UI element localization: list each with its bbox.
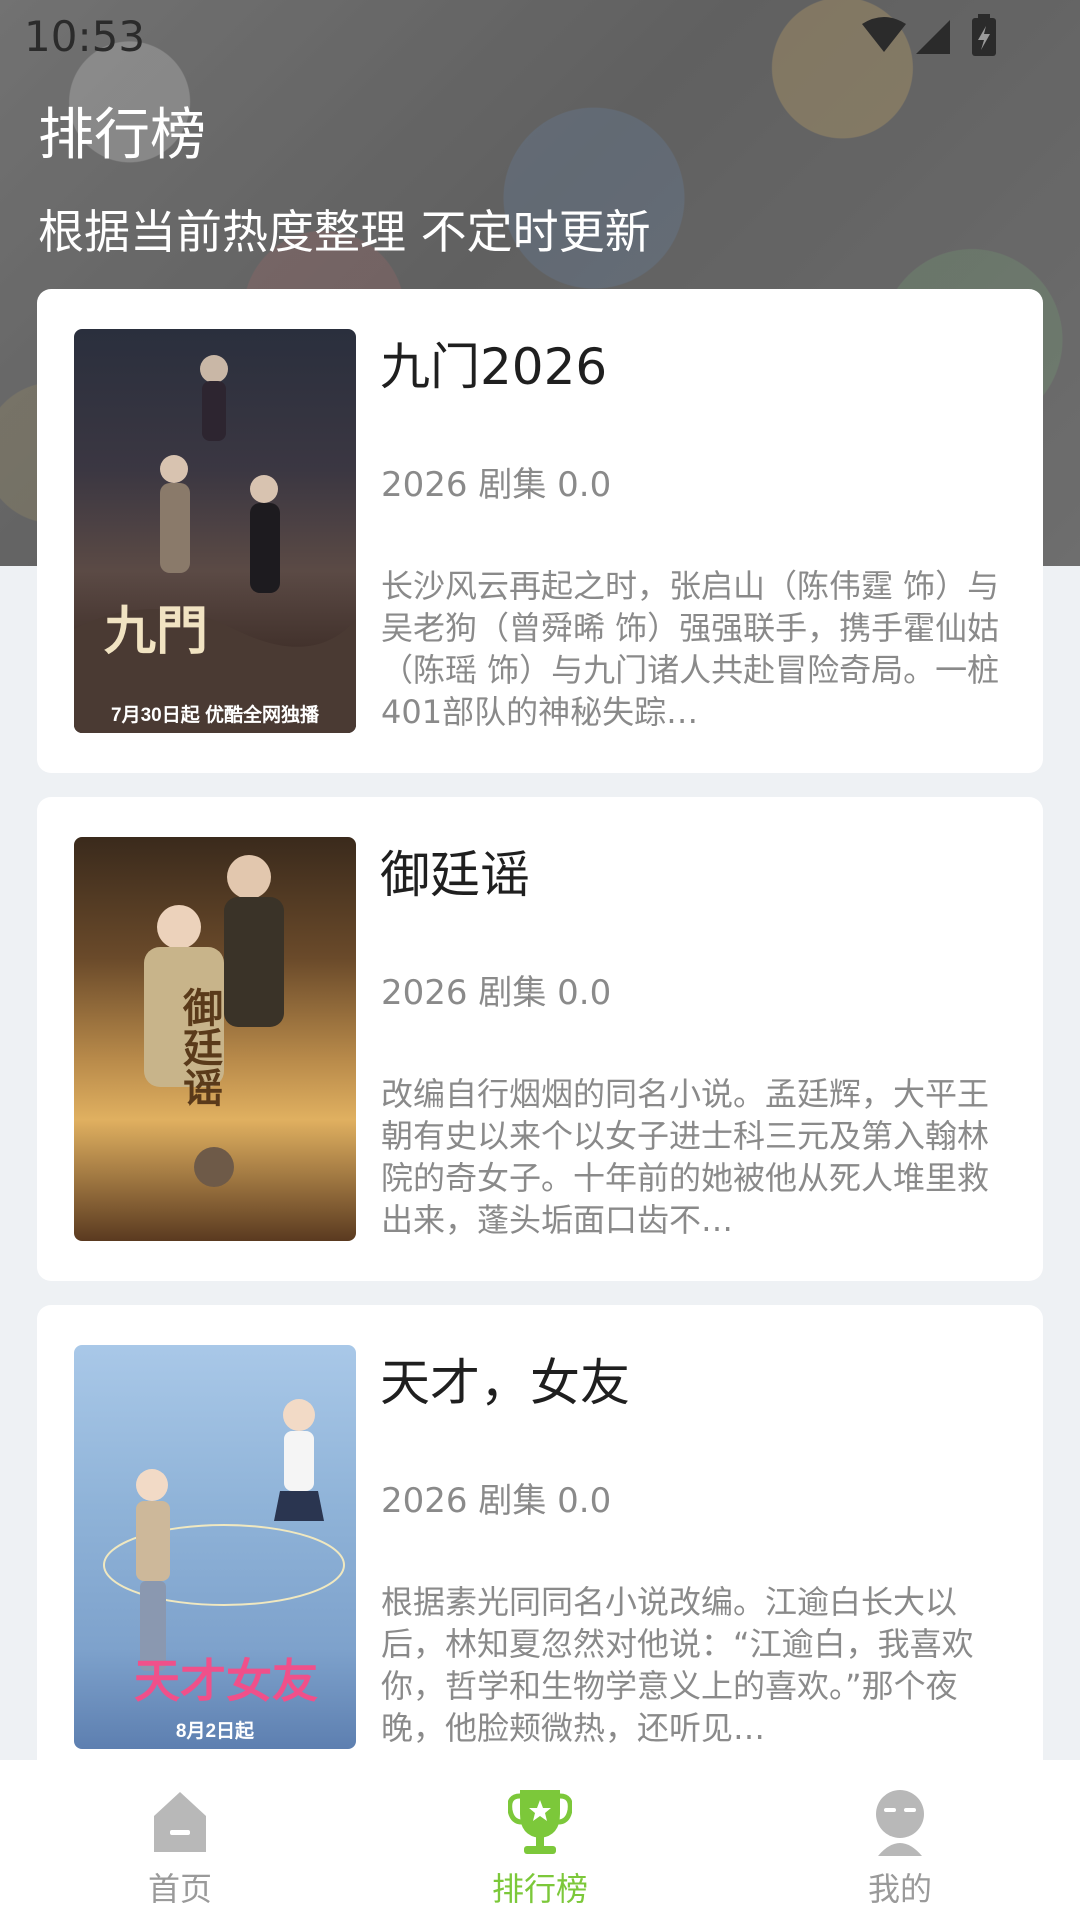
battery-icon — [972, 14, 996, 56]
nav-profile-label: 我的 — [867, 1870, 932, 1908]
ranking-card[interactable]: 九門 7月30日起 优酷全网独播 九门2026 2026 剧集 0.0 长沙风云… — [37, 289, 1043, 773]
ranking-card[interactable]: 御廷谣 御廷谣 2026 剧集 0.0 改编自行烟烟的同名小说。孟廷辉，大平王朝… — [37, 797, 1043, 1281]
page-title: 排行榜 — [38, 103, 206, 168]
card-meta: 2026 剧集 0.0 — [381, 1481, 612, 1521]
nav-profile[interactable]: 我的 — [720, 1760, 1080, 1920]
page-subtitle: 根据当前热度整理 不定时更新 — [38, 205, 651, 259]
poster-image: 天才女友 8月2日起 — [74, 1345, 356, 1749]
card-title: 九门2026 — [380, 338, 608, 396]
card-description: 长沙风云再起之时，张启山（陈伟霆 饰）与吴老狗（曾舜晞 饰）强强联手，携手霍仙姑… — [381, 567, 1000, 729]
poster-caption: 8月2日起 — [175, 1721, 255, 1742]
nav-ranking[interactable]: 排行榜 — [360, 1760, 720, 1920]
ranking-card[interactable]: 天才女友 8月2日起 天才，女友 2026 剧集 0.0 根据素光同同名小说改编… — [37, 1305, 1043, 1789]
nav-home[interactable]: 首页 — [0, 1760, 360, 1920]
poster-image: 九門 7月30日起 优酷全网独播 — [74, 329, 356, 733]
card-title: 天才，女友 — [380, 1354, 630, 1412]
poster-image: 御廷谣 — [74, 837, 356, 1241]
card-title: 御廷谣 — [380, 846, 530, 904]
nav-ranking-label: 排行榜 — [491, 1870, 588, 1908]
trophy-icon — [508, 1790, 572, 1854]
signal-icon — [916, 20, 950, 54]
poster-logo: 御廷谣 — [176, 987, 223, 1107]
profile-icon — [876, 1790, 924, 1856]
poster-logo: 九門 — [104, 601, 209, 662]
status-time: 10:53 — [24, 12, 146, 61]
status-bar: 10:53 — [0, 0, 1080, 72]
card-meta: 2026 剧集 0.0 — [381, 465, 612, 505]
home-icon — [154, 1792, 206, 1852]
bottom-nav: 首页 排行榜 我的 — [0, 1760, 1080, 1920]
card-meta: 2026 剧集 0.0 — [381, 973, 612, 1013]
poster-caption: 7月30日起 优酷全网独播 — [111, 705, 319, 726]
poster-logo: 天才女友 — [134, 1654, 318, 1708]
nav-home-label: 首页 — [147, 1870, 212, 1908]
wifi-icon — [862, 17, 906, 52]
status-icons — [862, 14, 996, 56]
card-description: 改编自行烟烟的同名小说。孟廷辉，大平王朝有史以来个以女子进士科三元及第入翰林院的… — [381, 1075, 990, 1237]
card-description: 根据素光同同名小说改编。江逾白长大以后，林知夏忽然对他说：“江逾白，我喜欢你，哲… — [381, 1583, 974, 1745]
